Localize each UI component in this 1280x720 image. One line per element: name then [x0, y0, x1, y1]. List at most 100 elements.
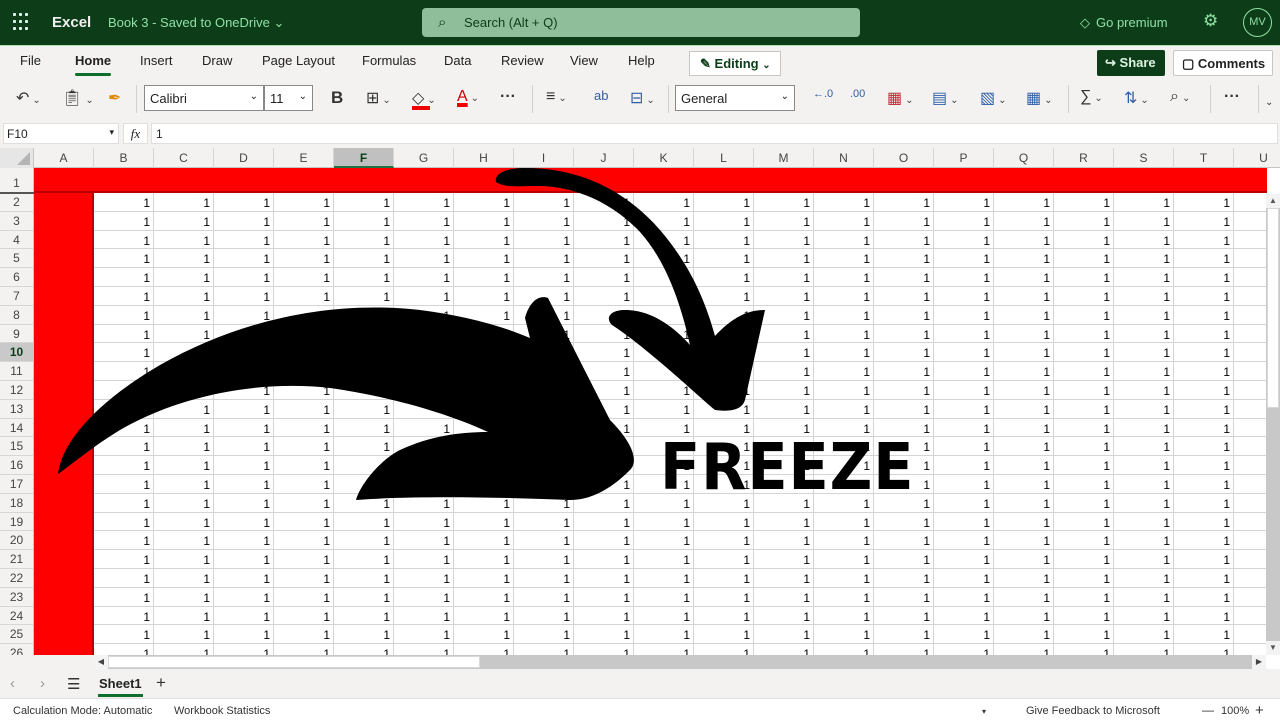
- cell-c25[interactable]: 1: [154, 625, 214, 645]
- cell-q4[interactable]: 1: [994, 230, 1054, 250]
- increase-decimal-icon[interactable]: ←.0: [813, 88, 833, 100]
- cell-c22[interactable]: 1: [154, 569, 214, 588]
- cell-p5[interactable]: 1: [934, 249, 994, 269]
- cell-s8[interactable]: 1: [1114, 305, 1174, 325]
- workbook-statistics-button[interactable]: Workbook Statistics: [174, 705, 270, 717]
- cell-g19[interactable]: 1: [394, 512, 454, 532]
- cell-c26[interactable]: 1: [154, 644, 214, 655]
- cell-styles-button[interactable]: ▧ ⌄: [980, 88, 1007, 108]
- row-header-23[interactable]: 23: [0, 587, 34, 607]
- cell-i19[interactable]: 1: [514, 512, 574, 532]
- highlighted-row-1[interactable]: [34, 168, 1267, 193]
- cell-k2[interactable]: 1: [634, 193, 694, 212]
- row-header-14[interactable]: 14: [0, 418, 34, 438]
- cell-b9[interactable]: 1: [94, 324, 154, 344]
- cell-t24[interactable]: 1: [1174, 606, 1234, 626]
- cell-n3[interactable]: 1: [814, 211, 874, 231]
- cell-b19[interactable]: 1: [94, 512, 154, 532]
- cell-c4[interactable]: 1: [154, 230, 214, 250]
- column-header-h[interactable]: H: [454, 148, 514, 168]
- cell-e16[interactable]: 1: [274, 456, 334, 475]
- cell-r13[interactable]: 1: [1054, 399, 1114, 419]
- cell-d10[interactable]: 1: [214, 343, 274, 363]
- cell-h11[interactable]: 1: [454, 362, 514, 381]
- cell-t13[interactable]: 1: [1174, 399, 1234, 419]
- cell-l4[interactable]: 1: [694, 230, 754, 250]
- cell-d18[interactable]: 1: [214, 493, 274, 513]
- cell-k12[interactable]: 1: [634, 381, 694, 400]
- column-header-j[interactable]: J: [574, 148, 634, 168]
- cell-p22[interactable]: 1: [934, 569, 994, 588]
- cell-d8[interactable]: 1: [214, 305, 274, 325]
- cell-b24[interactable]: 1: [94, 606, 154, 626]
- cell-n19[interactable]: 1: [814, 512, 874, 532]
- cell-s18[interactable]: 1: [1114, 493, 1174, 513]
- tab-home[interactable]: Home: [75, 53, 112, 76]
- cell-s4[interactable]: 1: [1114, 230, 1174, 250]
- cell-g25[interactable]: 1: [394, 625, 454, 645]
- cell-s3[interactable]: 1: [1114, 211, 1174, 231]
- cell-e15[interactable]: 1: [274, 437, 334, 457]
- cell-l19[interactable]: 1: [694, 512, 754, 532]
- sheet-tab-sheet1[interactable]: Sheet1: [98, 676, 143, 697]
- cell-h5[interactable]: 1: [454, 249, 514, 269]
- cell-o12[interactable]: 1: [874, 381, 934, 400]
- cell-b8[interactable]: 1: [94, 305, 154, 325]
- cell-p4[interactable]: 1: [934, 230, 994, 250]
- tab-insert[interactable]: Insert: [140, 53, 173, 68]
- cell-h22[interactable]: 1: [454, 569, 514, 588]
- cell-f7[interactable]: 1: [334, 287, 394, 306]
- cell-f20[interactable]: 1: [334, 531, 394, 551]
- cell-i8[interactable]: 1: [514, 305, 574, 325]
- column-header-l[interactable]: L: [694, 148, 754, 168]
- format-as-table-button[interactable]: ▤ ⌄: [932, 88, 959, 108]
- cell-q12[interactable]: 1: [994, 381, 1054, 400]
- cell-m9[interactable]: 1: [754, 324, 814, 344]
- cell-q19[interactable]: 1: [994, 512, 1054, 532]
- cell-s10[interactable]: 1: [1114, 343, 1174, 363]
- cell-g26[interactable]: 1: [394, 644, 454, 655]
- column-header-r[interactable]: R: [1054, 148, 1114, 168]
- undo-button[interactable]: ↶ ⌄: [16, 88, 41, 108]
- row-header-20[interactable]: 20: [0, 531, 34, 551]
- tab-review[interactable]: Review: [501, 53, 544, 68]
- cell-g2[interactable]: 1: [394, 193, 454, 212]
- cell-h10[interactable]: 1: [454, 343, 514, 363]
- cell-d12[interactable]: 1: [214, 381, 274, 400]
- cell-r15[interactable]: 1: [1054, 437, 1114, 457]
- cell-s20[interactable]: 1: [1114, 531, 1174, 551]
- cell-f2[interactable]: 1: [334, 193, 394, 212]
- cell-j11[interactable]: 1: [574, 362, 634, 381]
- cell-e18[interactable]: 1: [274, 493, 334, 513]
- cell-n25[interactable]: 1: [814, 625, 874, 645]
- cell-i13[interactable]: 1: [514, 399, 574, 419]
- cell-l12[interactable]: 1: [694, 381, 754, 400]
- borders-button[interactable]: ⊞ ⌄: [366, 88, 391, 108]
- cell-i25[interactable]: 1: [514, 625, 574, 645]
- cell-g6[interactable]: 1: [394, 268, 454, 287]
- cell-r10[interactable]: 1: [1054, 343, 1114, 363]
- cell-f21[interactable]: 1: [334, 550, 394, 569]
- cell-f26[interactable]: 1: [334, 644, 394, 655]
- cell-l10[interactable]: 1: [694, 343, 754, 363]
- cell-k7[interactable]: 1: [634, 287, 694, 306]
- document-title[interactable]: Book 3 - Saved to OneDrive ⌄: [108, 15, 284, 31]
- cell-j2[interactable]: 1: [574, 193, 634, 212]
- cell-j16[interactable]: 1: [574, 456, 634, 475]
- cell-q16[interactable]: 1: [994, 456, 1054, 475]
- cell-j10[interactable]: 1: [574, 343, 634, 363]
- expand-ribbon-chevron-icon[interactable]: ⌄: [1265, 97, 1273, 108]
- cell-t25[interactable]: 1: [1174, 625, 1234, 645]
- cell-o25[interactable]: 1: [874, 625, 934, 645]
- cell-r8[interactable]: 1: [1054, 305, 1114, 325]
- cell-t19[interactable]: 1: [1174, 512, 1234, 532]
- column-header-n[interactable]: N: [814, 148, 874, 168]
- cell-b18[interactable]: 1: [94, 493, 154, 513]
- cell-j15[interactable]: 1: [574, 437, 634, 457]
- column-header-u[interactable]: U: [1234, 148, 1280, 168]
- cell-c16[interactable]: 1: [154, 456, 214, 475]
- insert-cells-button[interactable]: ▦ ⌄: [1026, 88, 1053, 108]
- cell-p26[interactable]: 1: [934, 644, 994, 655]
- cell-c23[interactable]: 1: [154, 587, 214, 607]
- cell-t14[interactable]: 1: [1174, 418, 1234, 438]
